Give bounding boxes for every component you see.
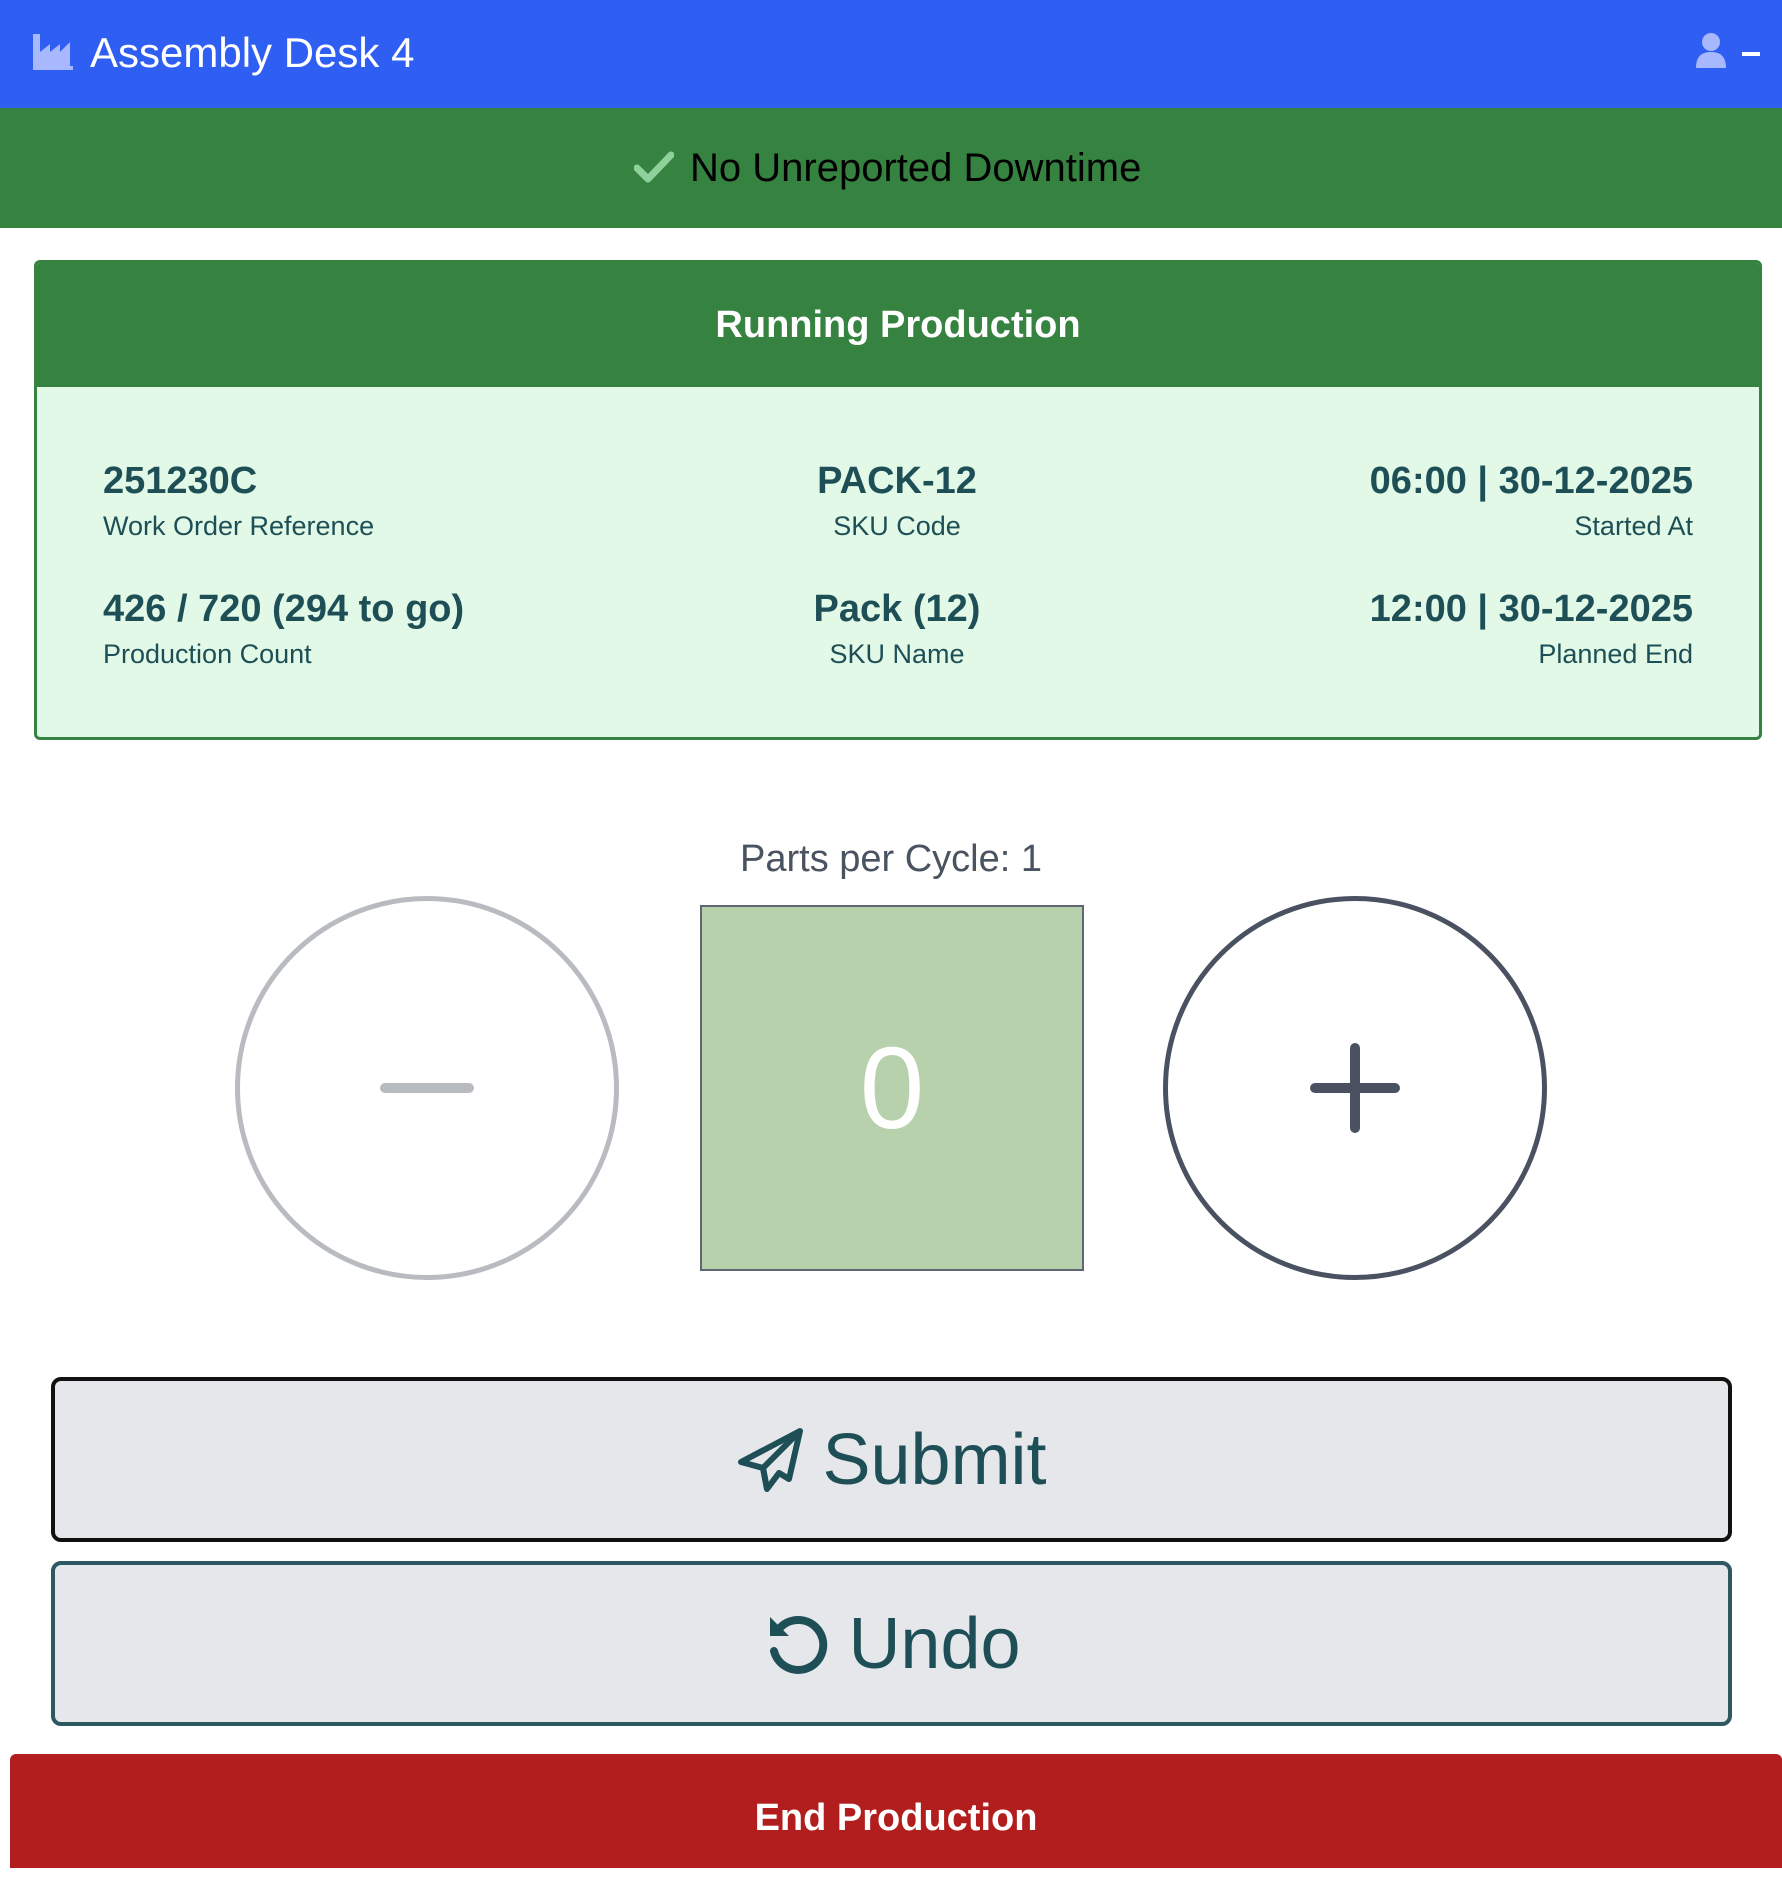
work-order-field: 251230C Work Order Reference — [103, 459, 374, 543]
production-count-field: 426 / 720 (294 to go) Production Count — [103, 587, 464, 671]
undo-button[interactable]: Undo — [51, 1561, 1732, 1726]
sku-code-label: SKU Code — [833, 511, 961, 541]
check-icon — [634, 151, 674, 183]
planned-end-value: 12:00 | 30-12-2025 — [1369, 588, 1693, 630]
submit-label: Submit — [822, 1419, 1047, 1500]
parts-per-cycle-label: Parts per Cycle: 1 — [740, 838, 1042, 880]
sku-name-value: Pack (12) — [813, 588, 981, 630]
work-order-label: Work Order Reference — [103, 511, 375, 541]
card-title: Running Production — [37, 263, 1759, 387]
undo-button-content: Undo — [55, 1565, 1728, 1722]
plus-icon-vertical — [1350, 1043, 1360, 1133]
sku-name-field: Pack (12) SKU Name — [597, 587, 1197, 671]
paper-plane-icon — [738, 1427, 804, 1492]
work-order-value: 251230C — [103, 460, 258, 502]
sku-code-field: PACK-12 SKU Code — [597, 459, 1197, 543]
planned-end-field: 12:00 | 30-12-2025 Planned End — [1370, 587, 1693, 671]
user-icon[interactable] — [1694, 32, 1728, 70]
end-production-button[interactable]: End Production — [10, 1754, 1782, 1868]
submit-button[interactable]: Submit — [51, 1377, 1732, 1542]
sku-code-value: PACK-12 — [817, 460, 977, 502]
app-header: Assembly Desk 4 — [0, 0, 1782, 108]
running-production-card: Running Production 251230C Work Order Re… — [34, 260, 1762, 740]
undo-icon — [770, 1615, 828, 1674]
menu-toggle[interactable] — [1742, 52, 1760, 56]
app-title: Assembly Desk 4 — [90, 29, 415, 76]
started-at-value: 06:00 | 30-12-2025 — [1369, 460, 1693, 502]
decrement-button[interactable] — [235, 896, 619, 1280]
factory-icon — [33, 34, 73, 70]
started-at-label: Started At — [1574, 511, 1693, 541]
submit-button-content: Submit — [55, 1381, 1728, 1538]
increment-button[interactable] — [1163, 896, 1547, 1280]
downtime-status-text: No Unreported Downtime — [690, 146, 1142, 190]
started-at-field: 06:00 | 30-12-2025 Started At — [1370, 459, 1693, 543]
planned-end-label: Planned End — [1538, 639, 1693, 669]
production-count-label: Production Count — [103, 639, 312, 669]
count-display: 0 — [700, 905, 1084, 1271]
undo-label: Undo — [848, 1603, 1021, 1684]
production-count-value: 426 / 720 (294 to go) — [103, 588, 465, 630]
sku-name-label: SKU Name — [829, 639, 965, 669]
minus-icon — [380, 1083, 474, 1093]
